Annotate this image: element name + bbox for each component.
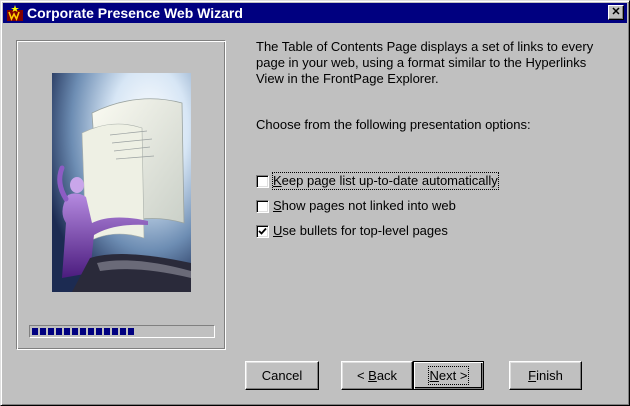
wizard-image-panel [16, 40, 226, 350]
wizard-illustration-image [52, 73, 191, 292]
option-label[interactable]: Show pages not linked into web [273, 198, 456, 214]
next-button-label: Next > [427, 366, 470, 385]
back-arrow-icon: < [356, 368, 365, 383]
cancel-button[interactable]: Cancel [245, 361, 319, 390]
close-icon: ✕ [611, 6, 621, 18]
option-label[interactable]: Use bullets for top-level pages [273, 223, 448, 239]
wizard-progress-bar [29, 325, 215, 338]
checkbox-box[interactable] [256, 199, 269, 213]
frontpage-app-icon [7, 5, 23, 22]
checkbox-box[interactable] [256, 174, 269, 188]
finish-button[interactable]: Finish [509, 361, 582, 390]
use-bullets-checkbox[interactable]: Use bullets for top-level pages [256, 223, 448, 239]
window-title: Corporate Presence Web Wizard [27, 5, 243, 21]
page-description: The Table of Contents Page displays a se… [256, 39, 594, 86]
options-prompt: Choose from the following presentation o… [256, 117, 531, 132]
back-button[interactable]: < Back [341, 361, 413, 390]
finish-button-label: Finish [528, 368, 563, 383]
option-label[interactable]: Keep page list up-to-date automatically [272, 172, 499, 190]
wizard-dialog: Corporate Presence Web Wizard ✕ The Tabl… [0, 0, 630, 406]
title-bar[interactable]: Corporate Presence Web Wizard ✕ [3, 3, 627, 23]
show-unlinked-pages-checkbox[interactable]: Show pages not linked into web [256, 198, 456, 214]
close-button[interactable]: ✕ [608, 5, 624, 20]
checkbox-box[interactable] [256, 224, 269, 238]
progress-fill [32, 328, 135, 335]
back-label-text: Back [368, 368, 398, 383]
next-button[interactable]: Next > [413, 361, 484, 390]
checkmark-icon [258, 227, 267, 235]
cancel-button-label: Cancel [261, 368, 303, 383]
keep-list-updated-checkbox[interactable]: Keep page list up-to-date automatically [256, 172, 499, 190]
back-button-label: < Back [357, 368, 397, 383]
next-arrow-icon: > [459, 368, 468, 383]
next-label-text: Next [429, 368, 457, 383]
